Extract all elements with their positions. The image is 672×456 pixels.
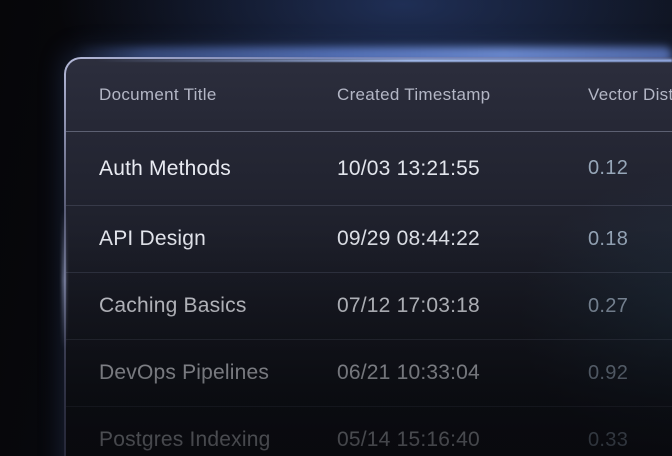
column-header-document-title: Document Title	[99, 85, 337, 105]
left-edge-light-streak	[62, 210, 66, 350]
column-header-created-timestamp: Created Timestamp	[337, 85, 588, 105]
cell-created-timestamp: 06/21 10:33:04	[337, 361, 588, 385]
cell-vector-distance: 0.18	[588, 228, 672, 251]
cell-created-timestamp: 09/29 08:44:22	[337, 227, 588, 251]
table-row[interactable]: API Design 09/29 08:44:22 0.18	[66, 206, 672, 273]
background-scene: Document Title Created Timestamp Vector …	[0, 0, 672, 456]
cell-document-title: Postgres Indexing	[99, 428, 337, 452]
table-row[interactable]: Caching Basics 07/12 17:03:18 0.27	[66, 273, 672, 340]
cell-vector-distance: 0.33	[588, 429, 672, 452]
cell-document-title: Caching Basics	[99, 294, 337, 318]
cell-created-timestamp: 05/14 15:16:40	[337, 428, 588, 452]
cell-vector-distance: 0.12	[588, 157, 672, 180]
documents-table: Document Title Created Timestamp Vector …	[66, 59, 672, 456]
column-header-vector-distance: Vector Distance	[588, 85, 672, 105]
cell-document-title: DevOps Pipelines	[99, 361, 337, 385]
cell-created-timestamp: 07/12 17:03:18	[337, 294, 588, 318]
top-edge-glow-core	[95, 59, 672, 62]
table-row[interactable]: Auth Methods 10/03 13:21:55 0.12	[66, 132, 672, 206]
cell-document-title: Auth Methods	[99, 157, 337, 181]
table-header-row: Document Title Created Timestamp Vector …	[66, 59, 672, 132]
table-row[interactable]: DevOps Pipelines 06/21 10:33:04 0.92	[66, 340, 672, 407]
cell-vector-distance: 0.92	[588, 362, 672, 385]
cell-created-timestamp: 10/03 13:21:55	[337, 157, 588, 181]
table-row[interactable]: Postgres Indexing 05/14 15:16:40 0.33	[66, 407, 672, 456]
cell-document-title: API Design	[99, 227, 337, 251]
documents-table-card: Document Title Created Timestamp Vector …	[64, 57, 672, 456]
cell-vector-distance: 0.27	[588, 295, 672, 318]
